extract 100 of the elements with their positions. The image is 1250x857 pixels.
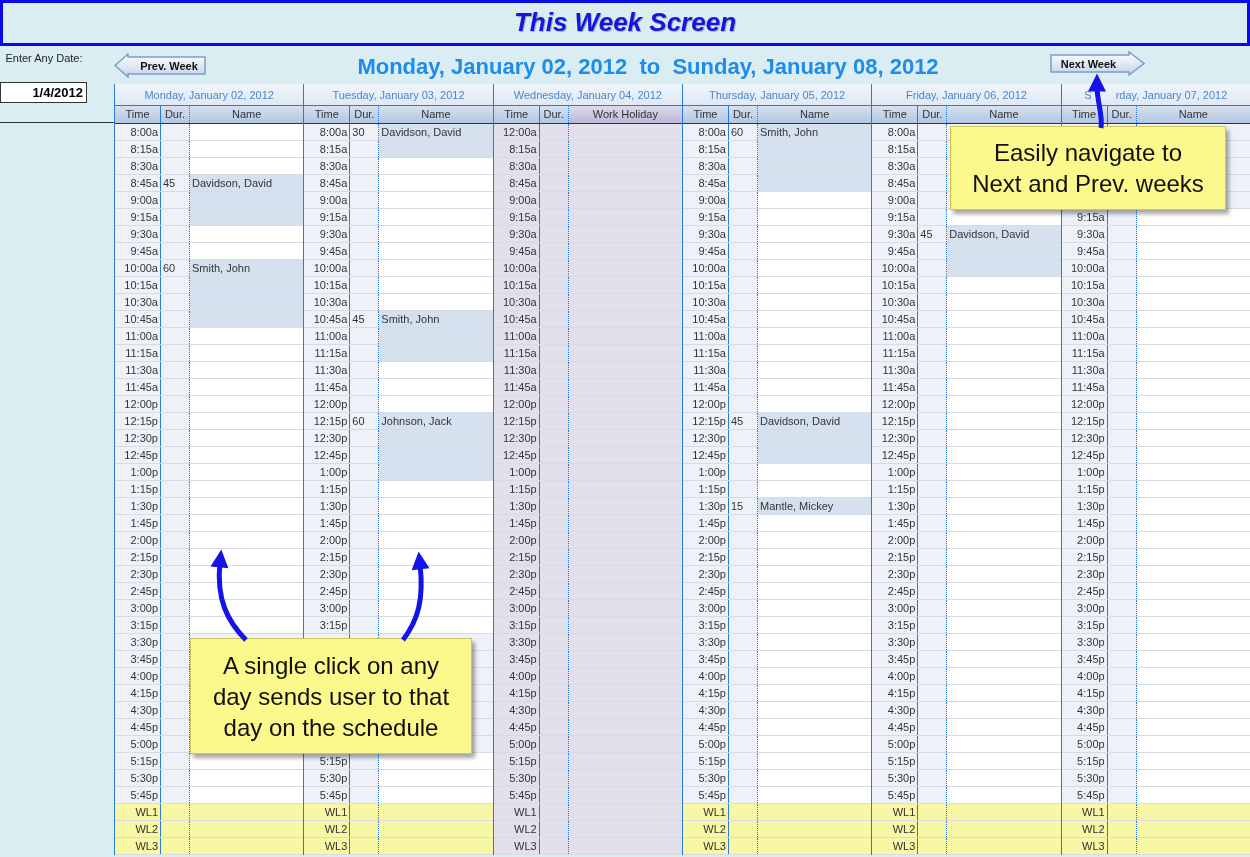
time-cell: 10:45a bbox=[1061, 311, 1108, 327]
time-cell: 2:45p bbox=[1061, 583, 1108, 599]
time-cell: 3:15p bbox=[872, 617, 919, 633]
time-cell: 10:15a bbox=[872, 277, 919, 293]
time-cell: 4:00p bbox=[872, 668, 919, 684]
time-cell: 1:00p bbox=[304, 464, 351, 480]
column-header: Time bbox=[1061, 106, 1108, 123]
time-cell: 9:00a bbox=[304, 192, 351, 208]
callout-note: A single click on any day sends user to that day on the schedule bbox=[190, 638, 472, 754]
time-cell: 12:00p bbox=[872, 396, 919, 412]
waitlist-cell: WL3 bbox=[493, 838, 540, 854]
time-cell: 5:45p bbox=[872, 787, 919, 803]
time-cell: 9:45a bbox=[304, 243, 351, 259]
time-cell: 1:15p bbox=[115, 481, 161, 497]
booking-cell: Mantle, Mickey bbox=[758, 498, 872, 514]
duration-cell: 60 bbox=[729, 124, 758, 140]
duration-cell: 45 bbox=[729, 413, 758, 429]
time-cell: 11:30a bbox=[493, 362, 540, 378]
time-cell: 8:00a bbox=[115, 124, 161, 140]
time-cell: 3:15p bbox=[493, 617, 540, 633]
time-cell: 12:45p bbox=[304, 447, 351, 463]
next-week-button[interactable]: Next Week bbox=[1050, 51, 1145, 76]
time-cell: 11:30a bbox=[872, 362, 919, 378]
time-cell: 4:30p bbox=[683, 702, 729, 718]
time-cell: 11:15a bbox=[115, 345, 161, 361]
time-cell: 11:00a bbox=[872, 328, 919, 344]
time-cell: 12:30p bbox=[683, 430, 729, 446]
time-cell: 10:00a bbox=[493, 260, 540, 276]
column-header: Time bbox=[115, 106, 161, 123]
time-cell: 9:00a bbox=[683, 192, 729, 208]
time-cell: 5:00p bbox=[872, 736, 919, 752]
time-cell: 11:00a bbox=[493, 328, 540, 344]
time-cell: 9:00a bbox=[872, 192, 919, 208]
time-cell: 3:45p bbox=[115, 651, 161, 667]
time-cell: 12:15p bbox=[115, 413, 161, 429]
date-range-title: Monday, January 02, 2012 to Sunday, January 08, 2012 bbox=[357, 54, 939, 80]
time-cell: 8:30a bbox=[493, 158, 540, 174]
time-cell: 9:15a bbox=[304, 209, 351, 225]
column-header: Dur. bbox=[350, 106, 380, 123]
time-cell: 1:15p bbox=[493, 481, 540, 497]
time-cell: 1:30p bbox=[115, 498, 161, 514]
waitlist-cell: WL3 bbox=[872, 838, 919, 854]
duration-cell: 15 bbox=[729, 498, 758, 514]
time-cell: 12:30p bbox=[872, 430, 919, 446]
time-cell: 2:15p bbox=[872, 549, 919, 565]
waitlist-cell: WL3 bbox=[304, 838, 351, 854]
waitlist-cell: WL2 bbox=[683, 821, 729, 837]
time-cell: 11:00a bbox=[683, 328, 729, 344]
time-cell: 12:45p bbox=[872, 447, 919, 463]
time-cell: 11:30a bbox=[1061, 362, 1108, 378]
time-cell: 11:15a bbox=[304, 345, 351, 361]
time-cell: 2:30p bbox=[493, 566, 540, 582]
time-cell: 3:00p bbox=[304, 600, 351, 616]
time-cell: 3:30p bbox=[1061, 634, 1108, 650]
time-cell: 11:45a bbox=[872, 379, 919, 395]
time-cell: 1:15p bbox=[683, 481, 729, 497]
time-cell: 1:00p bbox=[683, 464, 729, 480]
time-cell: 1:15p bbox=[1061, 481, 1108, 497]
day-header-link[interactable]: rday, January 07, 2012 bbox=[1115, 88, 1228, 101]
time-cell: 9:00a bbox=[493, 192, 540, 208]
time-cell: 10:30a bbox=[304, 294, 351, 310]
time-cell: 12:00a bbox=[493, 124, 540, 140]
time-cell: 11:45a bbox=[304, 379, 351, 395]
day-header-link[interactable]: S bbox=[1084, 88, 1092, 101]
time-cell: 8:45a bbox=[683, 175, 729, 191]
time-cell: 10:45a bbox=[115, 311, 161, 327]
time-cell: 10:45a bbox=[872, 311, 919, 327]
time-cell: 10:30a bbox=[683, 294, 729, 310]
date-field[interactable]: 1/4/2012 bbox=[0, 82, 87, 103]
time-cell: 2:00p bbox=[683, 532, 729, 548]
time-cell: 4:30p bbox=[872, 702, 919, 718]
time-cell: 9:15a bbox=[115, 209, 161, 225]
time-cell: 1:30p bbox=[1061, 498, 1108, 514]
time-cell: 9:15a bbox=[683, 209, 729, 225]
time-cell: 2:45p bbox=[115, 583, 161, 599]
time-cell: 12:15p bbox=[304, 413, 351, 429]
time-cell: 8:15a bbox=[683, 141, 729, 157]
time-cell: 12:00p bbox=[493, 396, 540, 412]
callout-note: Easily navigate to Next and Prev. weeks bbox=[950, 126, 1226, 210]
waitlist-cell: WL3 bbox=[1061, 838, 1108, 854]
time-cell: 10:30a bbox=[872, 294, 919, 310]
time-cell: 1:45p bbox=[1061, 515, 1108, 531]
time-cell: 10:00a bbox=[683, 260, 729, 276]
time-cell: 3:30p bbox=[872, 634, 919, 650]
time-cell: 1:45p bbox=[115, 515, 161, 531]
time-cell: 5:15p bbox=[115, 753, 161, 769]
time-cell: 4:30p bbox=[493, 702, 540, 718]
time-cell: 1:45p bbox=[683, 515, 729, 531]
prev-week-button[interactable]: Prev. Week bbox=[114, 53, 206, 78]
time-cell: 9:45a bbox=[683, 243, 729, 259]
time-cell: 3:15p bbox=[115, 617, 161, 633]
time-cell: 12:15p bbox=[493, 413, 540, 429]
time-cell: 11:45a bbox=[115, 379, 161, 395]
time-cell: 5:15p bbox=[683, 753, 729, 769]
waitlist-cell: WL2 bbox=[872, 821, 919, 837]
column-header: Name bbox=[988, 107, 1020, 122]
time-cell: 9:30a bbox=[493, 226, 540, 242]
time-cell: 12:30p bbox=[115, 430, 161, 446]
column-header: Name bbox=[798, 107, 831, 122]
time-cell: 10:30a bbox=[115, 294, 161, 310]
